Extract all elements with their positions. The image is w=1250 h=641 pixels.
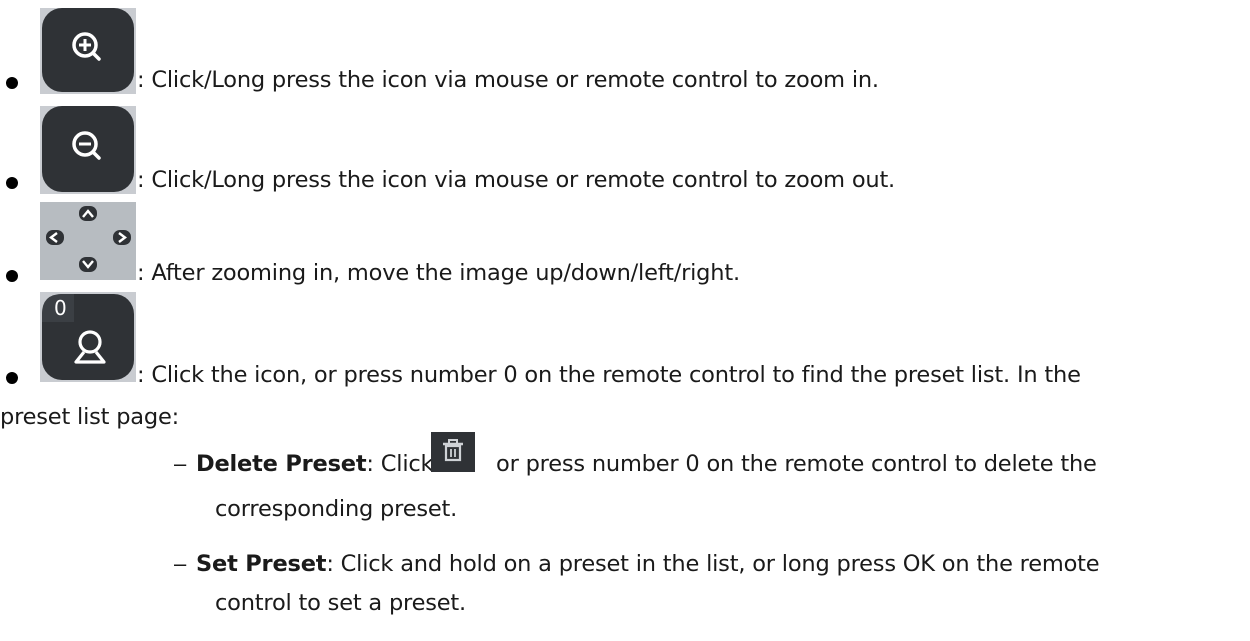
dash-bullet: – (174, 451, 187, 476)
subitem-line: Delete Preset: Click (196, 450, 434, 478)
preset-badge: 0 (54, 296, 67, 320)
subitem-text: or press number 0 on the remote control … (496, 451, 1097, 477)
subitem-text-continued: corresponding preset. (215, 496, 458, 522)
bullet (6, 77, 18, 89)
item-text: : After zooming in, move the image up/do… (137, 260, 740, 286)
subitem-term: Set Preset (196, 551, 327, 577)
subitem-text: : Click (366, 451, 434, 477)
subitem-text-continued: control to set a preset. (215, 590, 466, 616)
zoom-in-icon (40, 8, 136, 94)
item-text-continued: preset list page: (0, 404, 179, 430)
item-text: : Click/Long press the icon via mouse or… (137, 167, 896, 193)
subitem-text: : Click and hold on a preset in the list… (326, 551, 1100, 577)
subitem-term: Delete Preset (196, 451, 367, 477)
preset-icon: 0 (40, 292, 136, 382)
item-text: : Click/Long press the icon via mouse or… (137, 67, 879, 93)
dash-bullet: – (174, 551, 187, 576)
bullet (6, 270, 18, 282)
trash-icon (431, 432, 475, 472)
zoom-out-icon (40, 106, 136, 194)
bullet (6, 177, 18, 189)
bullet (6, 372, 18, 384)
subitem-line: Set Preset: Click and hold on a preset i… (196, 550, 1100, 578)
direction-pad-icon (40, 202, 136, 280)
item-text: : Click the icon, or press number 0 on t… (137, 362, 1081, 388)
